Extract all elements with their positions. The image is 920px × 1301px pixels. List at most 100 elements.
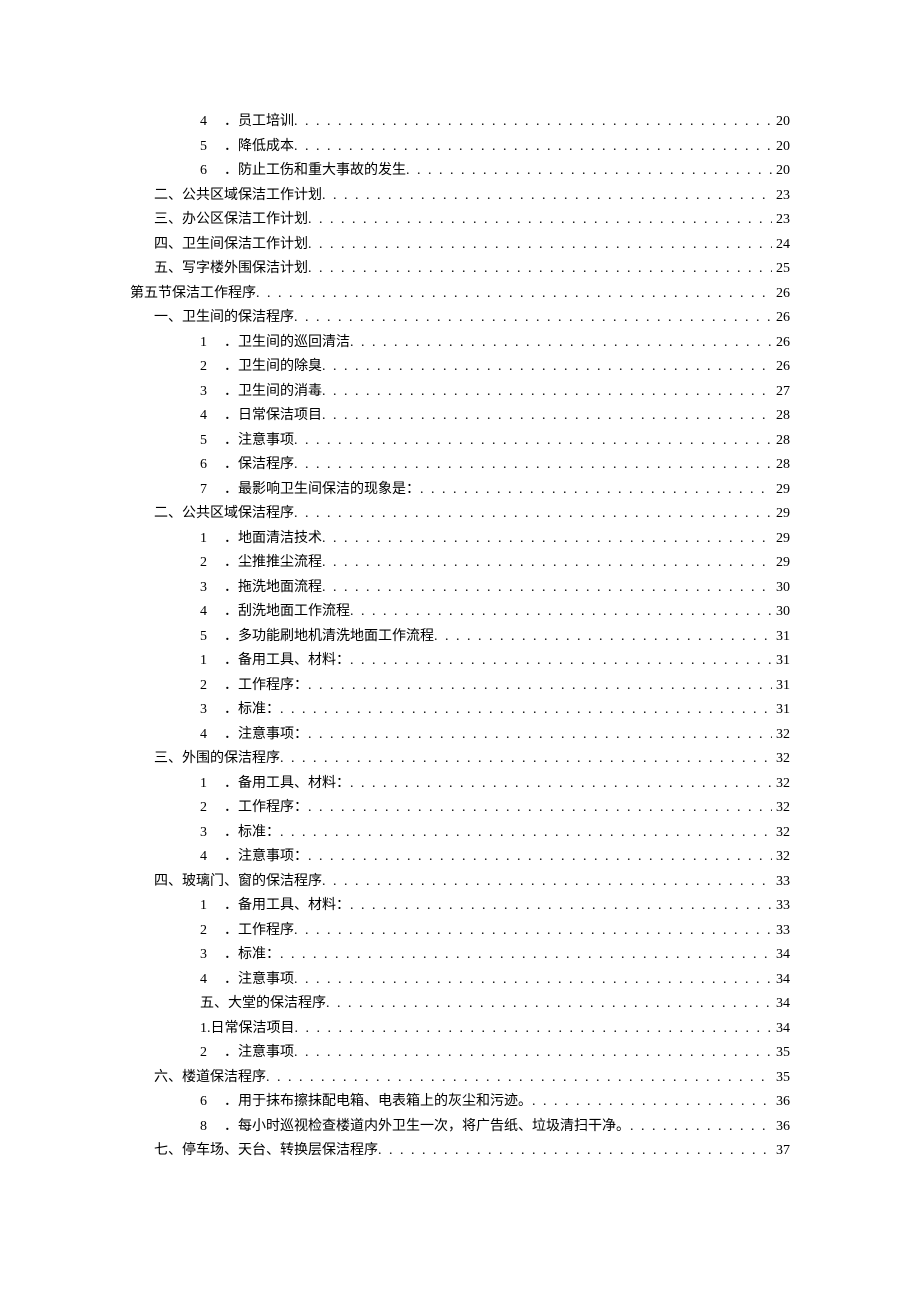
toc-entry-page: 31: [772, 649, 790, 674]
toc-entry[interactable]: 3．标准：31: [130, 698, 790, 723]
toc-entry-title: 注意事项: [238, 429, 294, 454]
toc-entry-separator: ．: [224, 527, 238, 552]
toc-entry[interactable]: 1．卫生间的巡回清洁26: [130, 331, 790, 356]
toc-entry-number: 2: [200, 551, 224, 576]
toc-entry[interactable]: 3．拖洗地面流程30: [130, 576, 790, 601]
toc-entry-number: 1: [200, 649, 224, 674]
toc-entry[interactable]: 4．注意事项：32: [130, 845, 790, 870]
toc-entry-leader: [322, 551, 772, 576]
toc-entry-title: 五、大堂的保洁程序: [200, 992, 326, 1017]
toc-entry-page: 20: [772, 135, 790, 160]
toc-entry-leader: [294, 919, 772, 944]
toc-entry-title: 多功能刷地机清洗地面工作流程: [238, 625, 434, 650]
toc-entry-number: 1: [200, 331, 224, 356]
toc-entry-leader: [280, 747, 772, 772]
toc-entry-title: 最影响卫生间保洁的现象是：: [238, 478, 420, 503]
toc-entry-title: 卫生间的消毒: [238, 380, 322, 405]
toc-entry-leader: [378, 1139, 772, 1164]
toc-entry[interactable]: 1．地面清洁技术29: [130, 527, 790, 552]
toc-entry-title: 三、外围的保洁程序: [154, 747, 280, 772]
toc-entry[interactable]: 第五节保洁工作程序26: [130, 282, 790, 307]
toc-entry[interactable]: 2．注意事项35: [130, 1041, 790, 1066]
toc-entry-page: 32: [772, 845, 790, 870]
toc-entry-title: 卫生间的巡回清洁: [238, 331, 350, 356]
toc-entry[interactable]: 2．工作程序33: [130, 919, 790, 944]
toc-entry-number: 5: [200, 429, 224, 454]
toc-entry[interactable]: 4．刮洗地面工作流程30: [130, 600, 790, 625]
toc-entry[interactable]: 3．标准：34: [130, 943, 790, 968]
toc-entry[interactable]: 7．最影响卫生间保洁的现象是：29: [130, 478, 790, 503]
toc-entry-page: 36: [772, 1115, 790, 1140]
toc-entry[interactable]: 三、外围的保洁程序 32: [130, 747, 790, 772]
toc-entry[interactable]: 二、公共区域保洁工作计划23: [130, 184, 790, 209]
toc-entry-separator: ．: [224, 821, 238, 846]
toc-entry-title: 注意事项: [238, 968, 294, 993]
toc-entry[interactable]: 4．注意事项：32: [130, 723, 790, 748]
toc-entry[interactable]: 四、卫生间保洁工作计划24: [130, 233, 790, 258]
toc-entry-leader: [350, 894, 772, 919]
toc-entry-separator: ．: [224, 674, 238, 699]
toc-entry[interactable]: 七、停车场、天台、转换层保洁程序37: [130, 1139, 790, 1164]
toc-entry-title: 保洁程序: [238, 453, 294, 478]
toc-entry-page: 28: [772, 404, 790, 429]
toc-entry-leader: [295, 1017, 773, 1042]
toc-entry[interactable]: 五、写字楼外围保洁计划25: [130, 257, 790, 282]
toc-entry-page: 26: [772, 331, 790, 356]
toc-entry[interactable]: 4．日常保洁项目28: [130, 404, 790, 429]
toc-entry-leader: [322, 576, 772, 601]
toc-entry-leader: [350, 331, 772, 356]
toc-entry-title: 备用工具、材料：: [238, 772, 350, 797]
toc-entry[interactable]: 二、公共区域保洁程序29: [130, 502, 790, 527]
toc-entry[interactable]: 6．保洁程序28: [130, 453, 790, 478]
toc-entry[interactable]: 1．备用工具、材料：32: [130, 772, 790, 797]
toc-entry-title: 地面清洁技术: [238, 527, 322, 552]
toc-entry[interactable]: 3．标准：32: [130, 821, 790, 846]
toc-entry-leader: [308, 233, 772, 258]
toc-entry-page: 33: [772, 919, 790, 944]
toc-entry-title: 用于抹布擦抹配电箱、电表箱上的灰尘和污迹。: [238, 1090, 532, 1115]
toc-entry-title: 员工培训: [238, 110, 294, 135]
toc-entry[interactable]: 3．卫生间的消毒27: [130, 380, 790, 405]
toc-entry[interactable]: 五、大堂的保洁程序34: [130, 992, 790, 1017]
toc-entry-page: 34: [772, 943, 790, 968]
toc-entry-leader: [350, 649, 772, 674]
toc-entry-number: 2: [200, 355, 224, 380]
toc-entry[interactable]: 6．防止工伤和重大事故的发生20: [130, 159, 790, 184]
toc-entry-leader: [294, 110, 772, 135]
toc-entry[interactable]: 4．员工培训20: [130, 110, 790, 135]
toc-entry-leader: [326, 992, 772, 1017]
toc-entry-page: 31: [772, 674, 790, 699]
toc-entry-separator: ．: [224, 1115, 238, 1140]
toc-entry-separator: ．: [224, 649, 238, 674]
toc-entry-separator: ．: [224, 380, 238, 405]
toc-entry-leader: [322, 870, 772, 895]
toc-entry[interactable]: 三、办公区保洁工作计划23: [130, 208, 790, 233]
toc-entry[interactable]: 一、卫生间的保洁程序26: [130, 306, 790, 331]
toc-entry-separator: ．: [224, 576, 238, 601]
toc-entry-number: 3: [200, 380, 224, 405]
toc-entry[interactable]: 8．每小时巡视检查楼道内外卫生一次，将广告纸、垃圾清扫干净。36: [130, 1115, 790, 1140]
toc-entry[interactable]: 四、玻璃门、窗的保洁程序33: [130, 870, 790, 895]
toc-entry[interactable]: 4．注意事项34: [130, 968, 790, 993]
toc-entry[interactable]: 2．工作程序：32: [130, 796, 790, 821]
toc-entry[interactable]: 2．工作程序：31: [130, 674, 790, 699]
toc-entry[interactable]: 2．尘推推尘流程29: [130, 551, 790, 576]
toc-entry-separator: ．: [224, 723, 238, 748]
toc-entry-leader: [532, 1090, 772, 1115]
toc-entry[interactable]: 5．注意事项28: [130, 429, 790, 454]
toc-entry[interactable]: 5．多功能刷地机清洗地面工作流程31: [130, 625, 790, 650]
toc-entry-number: 7: [200, 478, 224, 503]
toc-entry-title: 尘推推尘流程: [238, 551, 322, 576]
toc-entry[interactable]: 6．用于抹布擦抹配电箱、电表箱上的灰尘和污迹。36: [130, 1090, 790, 1115]
toc-entry[interactable]: 1.日常保洁项目34: [130, 1017, 790, 1042]
toc-entry[interactable]: 1．备用工具、材料：31: [130, 649, 790, 674]
toc-entry[interactable]: 1．备用工具、材料：33: [130, 894, 790, 919]
toc-entry[interactable]: 2．卫生间的除臭26: [130, 355, 790, 380]
toc-entry[interactable]: 六、楼道保洁程序35: [130, 1066, 790, 1091]
toc-entry-page: 32: [772, 747, 790, 772]
toc-entry-title: 四、卫生间保洁工作计划: [154, 233, 308, 258]
toc-entry-number: 3: [200, 821, 224, 846]
toc-entry-title: 二、公共区域保洁工作计划: [154, 184, 322, 209]
toc-entry[interactable]: 5．降低成本20: [130, 135, 790, 160]
toc-entry-leader: [630, 1115, 772, 1140]
